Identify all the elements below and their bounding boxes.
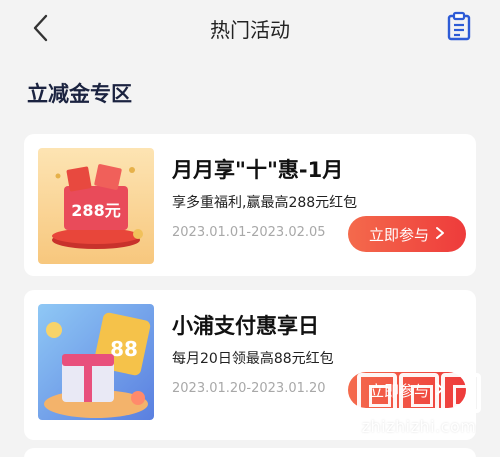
join-button-label: 立即参与 (368, 225, 429, 244)
card-subtitle: 享多重福利,赢最高288元红包 (172, 195, 358, 211)
section-title: 立减金专区 (27, 82, 132, 106)
card-date: 2023.01.01-2023.02.05 (172, 225, 326, 240)
card-subtitle: 每月20日领最高88元红包 (172, 351, 334, 367)
top-bar: 热门活动 (0, 0, 500, 56)
card-title: 小浦支付惠享日 (172, 314, 319, 338)
thumbnail-text: 88 (110, 337, 138, 361)
clipboard-icon[interactable] (446, 11, 472, 41)
join-button[interactable]: 立即参与 (348, 216, 466, 252)
chevron-right-icon (435, 225, 445, 244)
thumbnail-text: 288元 (71, 201, 120, 220)
activity-thumbnail: 88 (38, 304, 154, 420)
watermark: zhizhizhi.com (344, 363, 494, 453)
card-date: 2023.01.20-2023.01.20 (172, 381, 326, 396)
card-title: 月月享"十"惠-1月 (172, 158, 344, 182)
watermark-text: zhizhizhi.com (361, 417, 477, 436)
watermark-logo-icon (344, 373, 494, 413)
activity-thumbnail: 288元 (38, 148, 154, 264)
page-title: 热门活动 (210, 17, 290, 42)
activity-card[interactable]: 288元 月月享"十"惠-1月 享多重福利,赢最高288元红包 2023.01.… (24, 134, 476, 276)
chevron-left-icon[interactable] (28, 12, 56, 44)
